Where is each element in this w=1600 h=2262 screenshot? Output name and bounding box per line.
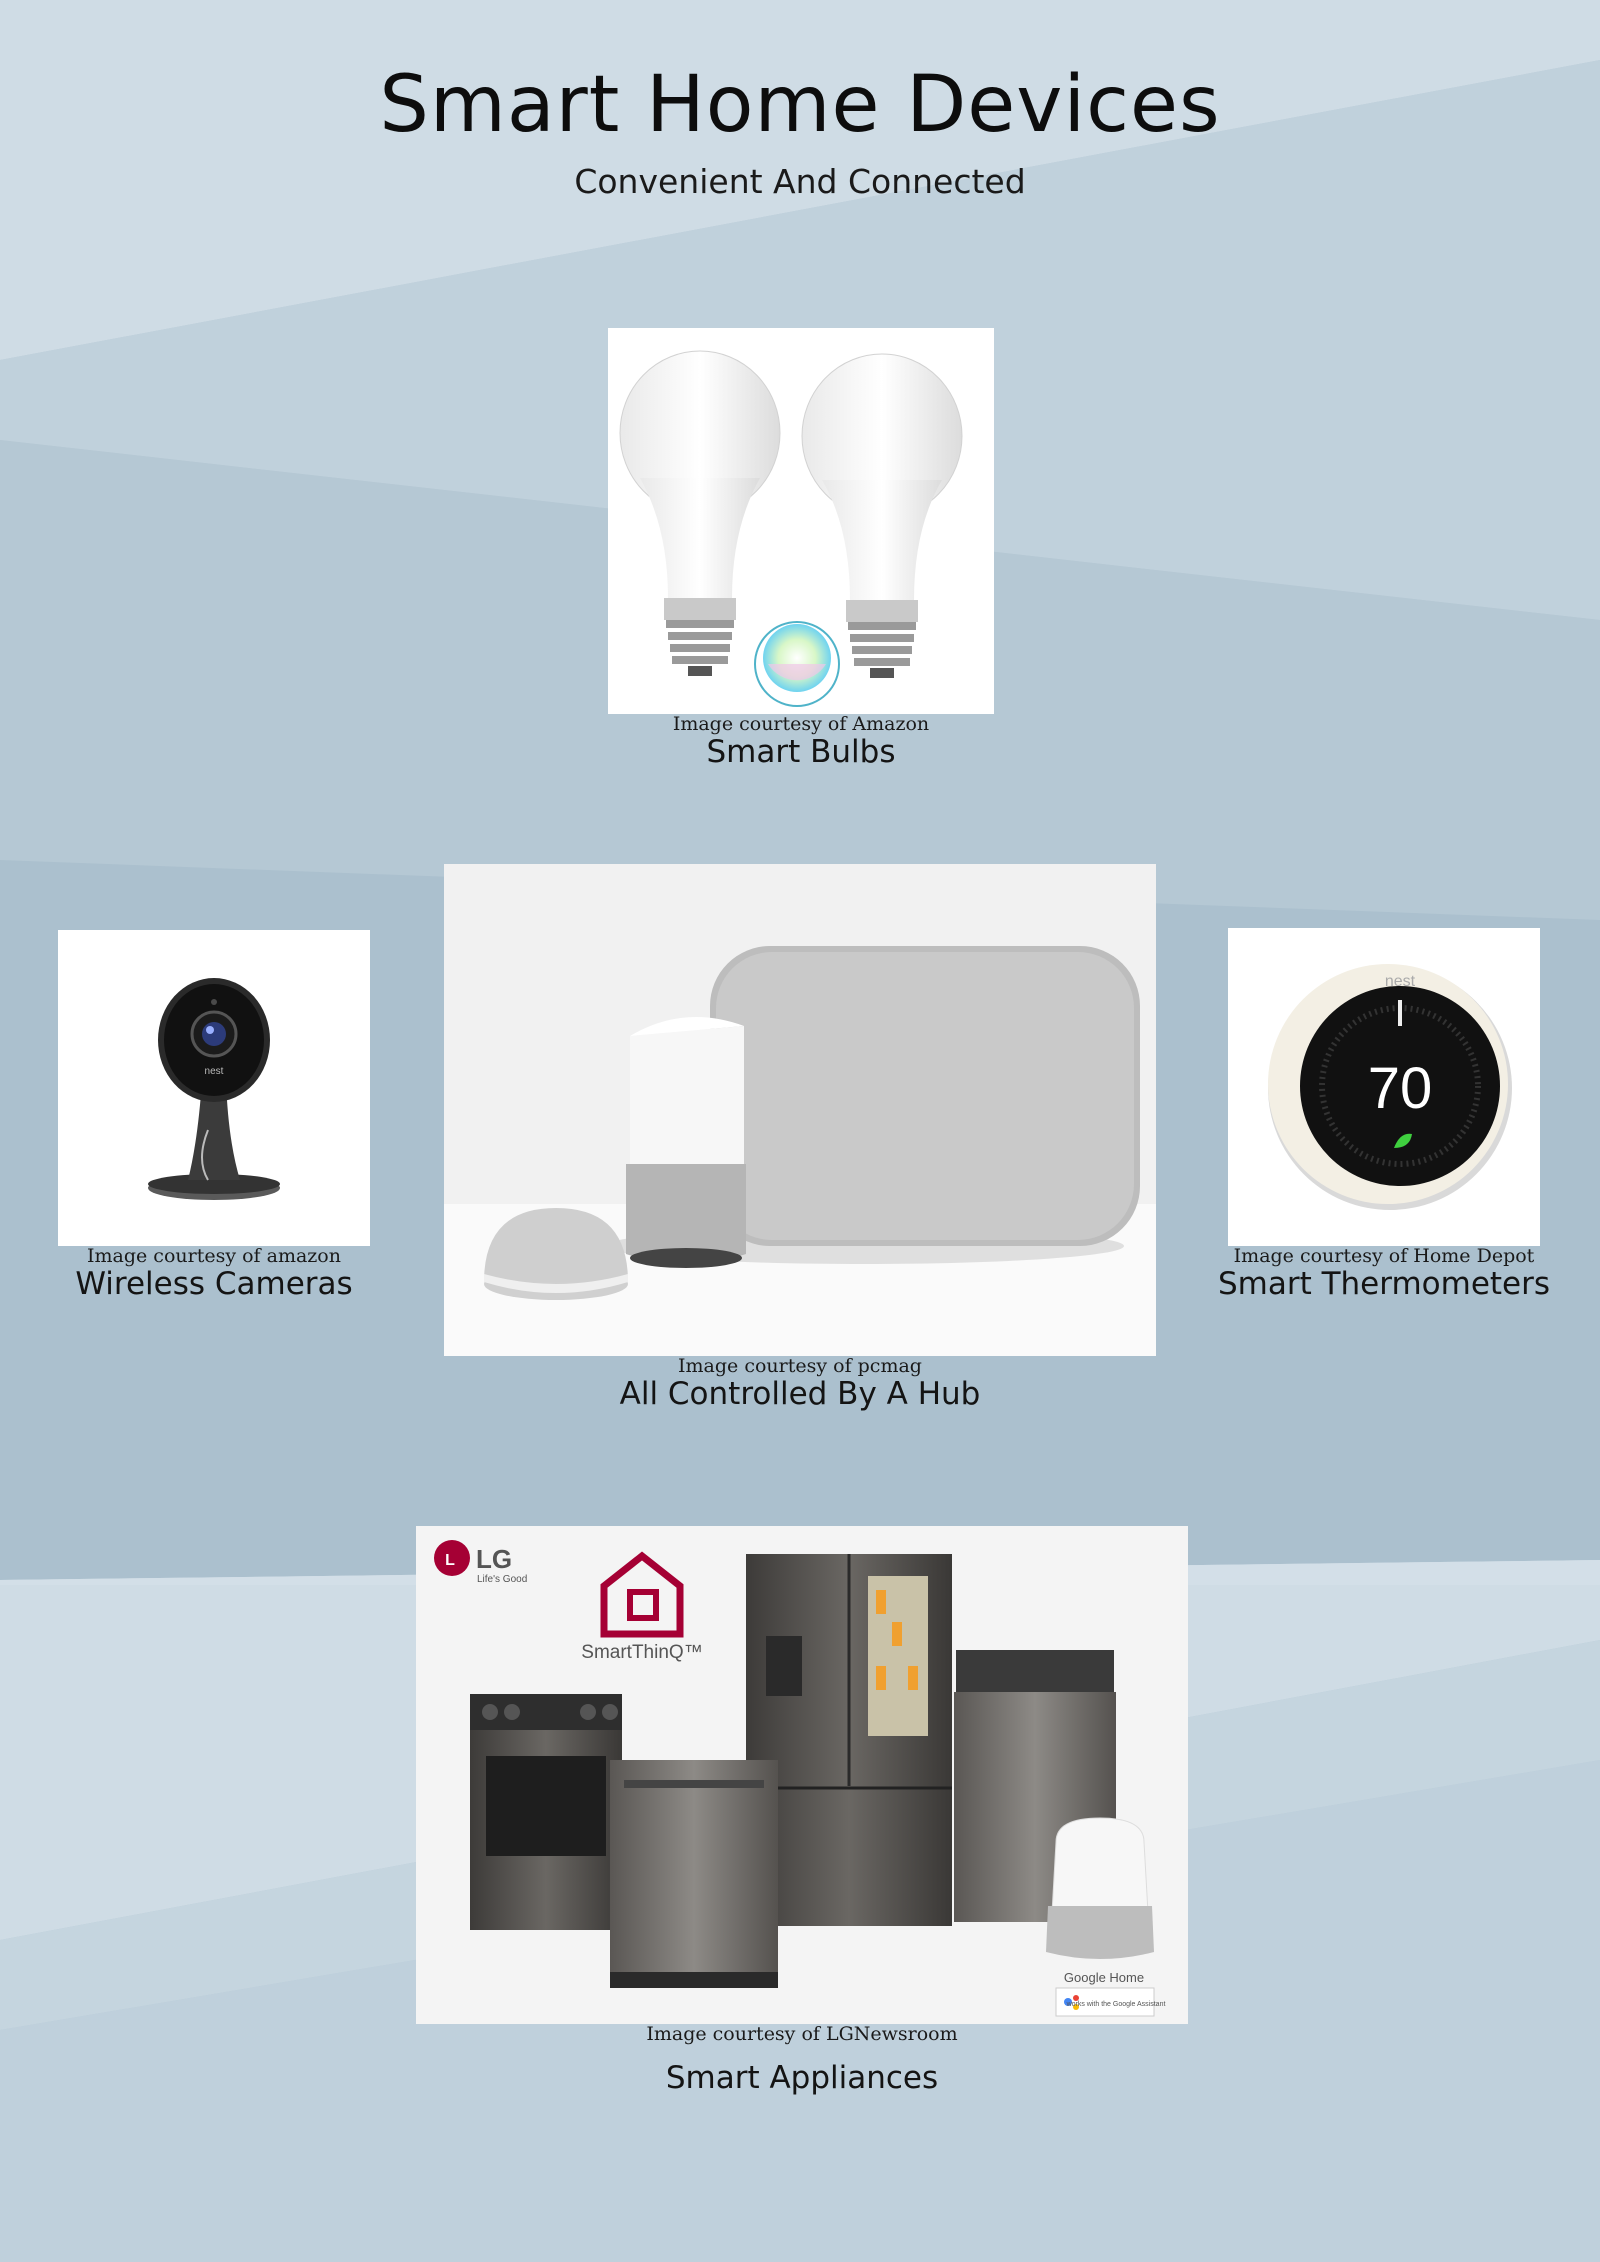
smartthinq-wordmark: SmartThinQ™ [581, 1642, 702, 1663]
lg-wordmark: LG [476, 1544, 512, 1574]
lg-tagline: Life's Good [477, 1574, 527, 1585]
smart-appliances-image: L LG Life's Good SmartThinQ™ Google Home… [416, 1526, 1188, 2024]
hub-credit: Image courtesy of pcmag [678, 1355, 922, 1377]
thermostat-reading: 70 [1368, 1056, 1433, 1121]
wireless-cameras-credit: Image courtesy of amazon [87, 1245, 341, 1267]
nest-logo-text: nest [1385, 973, 1416, 990]
page-title: Smart Home Devices [379, 60, 1221, 150]
hub-label: All Controlled By A Hub [619, 1376, 981, 1412]
smart-hub-image [444, 864, 1156, 1356]
color-bulb-icon [754, 621, 840, 707]
smart-thermostat-image: nest 70 [1228, 928, 1540, 1246]
assistant-badge-text: works with the Google Assistant [1066, 2001, 1166, 2008]
google-home [626, 1017, 746, 1268]
smart-bulbs-credit: Image courtesy of Amazon [672, 713, 930, 735]
svg-text:L: L [445, 1552, 455, 1569]
smart-bulbs-label: Smart Bulbs [706, 734, 896, 770]
smart-bulbs-image [608, 328, 994, 714]
thermostats-label: Smart Thermometers [1217, 1266, 1551, 1302]
wireless-camera-image: nest [58, 930, 370, 1246]
google-home-max [710, 946, 1140, 1246]
bulb-left [619, 350, 781, 676]
svg-text:nest: nest [205, 1066, 224, 1077]
google-home-caption: Google Home [1064, 1970, 1144, 1985]
page-subtitle: Convenient And Connected [574, 162, 1026, 201]
appliances-label: Smart Appliances [665, 2060, 939, 2096]
bulb-right [801, 353, 963, 678]
dishwasher [610, 1760, 778, 1988]
thermostats-credit: Image courtesy of Home Depot [1233, 1245, 1535, 1267]
google-assistant-badge: works with the Google Assistant [1055, 1987, 1166, 2017]
range-oven [470, 1694, 622, 1930]
appliances-credit: Image courtesy of LGNewsroom [646, 2023, 958, 2045]
wireless-cameras-label: Wireless Cameras [75, 1266, 353, 1302]
